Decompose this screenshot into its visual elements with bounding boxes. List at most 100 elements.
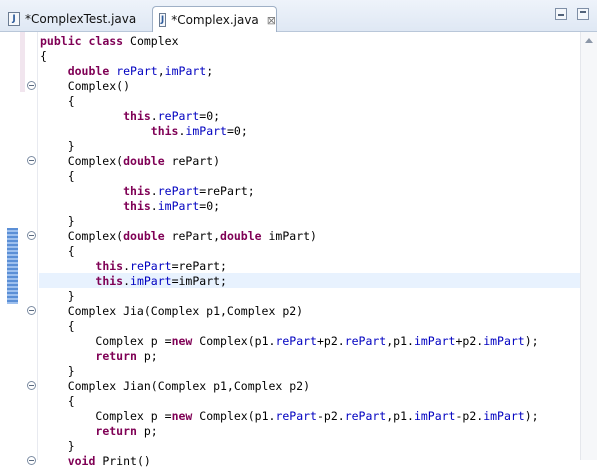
keyword-token: this: [123, 199, 151, 213]
code-line[interactable]: return p;: [40, 424, 539, 439]
field-token: imPart: [413, 334, 456, 348]
keyword-token: double: [123, 229, 165, 243]
keyword-token: public: [40, 34, 82, 48]
fold-collapse-icon[interactable]: [27, 456, 36, 465]
code-token: .: [123, 274, 131, 288]
field-token: imPart: [483, 334, 525, 348]
code-token: );: [524, 409, 539, 423]
field-token: rePart: [275, 334, 317, 348]
fold-collapse-icon[interactable]: [27, 81, 36, 90]
code-token: Complex(): [40, 79, 131, 93]
code-line[interactable]: {: [40, 394, 539, 409]
code-token: ;: [206, 64, 214, 78]
code-line[interactable]: void Print(): [40, 454, 539, 469]
code-line[interactable]: }: [40, 439, 539, 454]
code-token: Complex(p1.: [192, 409, 276, 423]
code-token: .: [123, 259, 131, 273]
code-line[interactable]: {: [40, 169, 539, 184]
code-token: {: [40, 394, 75, 408]
code-line[interactable]: Complex Jian(Complex p1,Complex p2): [40, 379, 539, 394]
tab-label: *Complex.java: [171, 13, 259, 27]
tab-label: *ComplexTest.java: [25, 12, 137, 26]
code-line[interactable]: Complex p =new Complex(p1.rePart+p2.rePa…: [40, 334, 538, 349]
code-editor[interactable]: public class Complex{ double rePart,imPa…: [0, 32, 597, 468]
code-token: {: [40, 319, 75, 333]
code-line[interactable]: this.rePart=0;: [40, 109, 539, 124]
code-line[interactable]: this.imPart=0;: [40, 124, 539, 139]
code-line[interactable]: {: [40, 244, 539, 259]
keyword-token: this: [95, 274, 124, 288]
code-token: -p2.: [316, 409, 345, 423]
code-token: Complex(p1.: [192, 334, 276, 348]
fold-collapse-icon[interactable]: [27, 306, 36, 315]
code-line[interactable]: public class Complex: [40, 34, 539, 49]
code-token: .: [150, 184, 158, 198]
tab-complextest[interactable]: J *ComplexTest.java: [2, 6, 148, 32]
code-line[interactable]: Complex(double rePart,double imPart): [40, 229, 539, 244]
field-token: rePart: [344, 409, 387, 423]
code-token: rePart,: [164, 229, 221, 243]
keyword-token: this: [123, 184, 151, 198]
code-token: .: [150, 199, 158, 213]
java-file-icon: J: [159, 13, 167, 27]
code-token: =imPart;: [171, 274, 227, 288]
code-line[interactable]: Complex Jia(Complex p1,Complex p2): [40, 304, 539, 319]
fold-collapse-icon[interactable]: [27, 231, 36, 240]
maximize-icon[interactable]: [577, 8, 589, 20]
code-token: Complex: [123, 34, 179, 48]
code-line[interactable]: }: [40, 214, 539, 229]
keyword-token: void: [67, 454, 96, 468]
code-line[interactable]: this.imPart=0;: [40, 199, 539, 214]
field-token: rePart: [157, 109, 200, 123]
change-marker[interactable]: [7, 228, 18, 304]
code-line[interactable]: Complex p =new Complex(p1.rePart-p2.rePa…: [40, 409, 539, 424]
code-line[interactable]: Complex(): [40, 79, 539, 94]
code-token: .: [150, 109, 158, 123]
fold-collapse-icon[interactable]: [27, 381, 36, 390]
field-token: imPart: [164, 64, 207, 78]
code-line[interactable]: double rePart,imPart;: [40, 64, 539, 79]
current-code-line[interactable]: this.imPart=imPart;: [40, 274, 539, 289]
scroll-up-arrow-icon[interactable]: [585, 38, 593, 43]
code-token: }: [40, 289, 75, 303]
code-token: +p2.: [455, 334, 484, 348]
fold-collapse-icon[interactable]: [27, 156, 36, 165]
code-line[interactable]: {: [40, 49, 539, 64]
code-line[interactable]: this.rePart=rePart;: [40, 184, 539, 199]
tab-complex[interactable]: J *Complex.java ⊠: [152, 6, 277, 33]
minimize-icon[interactable]: [555, 8, 567, 20]
field-token: rePart: [116, 64, 158, 78]
window-controls: [555, 8, 589, 20]
code-token: ,: [157, 64, 165, 78]
code-line[interactable]: this.rePart=rePart;: [40, 259, 539, 274]
code-line[interactable]: return p;: [40, 349, 539, 364]
field-token: imPart: [413, 409, 456, 423]
code-token: imPart): [261, 229, 317, 243]
code-line[interactable]: }: [40, 289, 539, 304]
code-line[interactable]: {: [40, 94, 539, 109]
code-line[interactable]: }: [40, 139, 539, 154]
annotation-strip: [20, 32, 25, 92]
code-text[interactable]: public class Complex{ double rePart,imPa…: [40, 34, 539, 469]
keyword-token: new: [171, 409, 193, 423]
keyword-token: double: [123, 154, 165, 168]
code-line[interactable]: Complex(double rePart): [40, 154, 539, 169]
vertical-scrollbar[interactable]: [580, 32, 597, 460]
code-token: -p2.: [455, 409, 484, 423]
code-token: }: [40, 364, 75, 378]
close-tab-icon[interactable]: ⊠: [267, 14, 276, 27]
field-token: imPart: [130, 274, 172, 288]
code-token: Complex p =: [40, 409, 172, 423]
code-token: ,p1.: [386, 409, 414, 423]
keyword-token: this: [150, 124, 179, 138]
field-token: rePart: [275, 409, 317, 423]
code-token: {: [40, 169, 75, 183]
editor-tab-bar: J *ComplexTest.java J *Complex.java ⊠: [0, 0, 597, 33]
code-line[interactable]: {: [40, 319, 539, 334]
code-line[interactable]: }: [40, 364, 539, 379]
code-token: =0;: [226, 124, 248, 138]
